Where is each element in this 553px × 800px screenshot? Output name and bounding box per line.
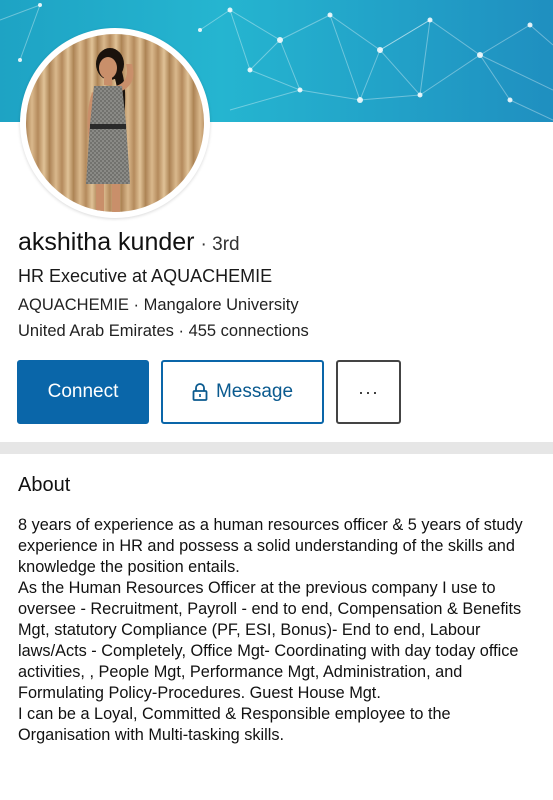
more-actions-button[interactable]: ··· bbox=[336, 360, 401, 424]
profile-location-connections: United Arab Emirates · 455 connections bbox=[18, 322, 309, 340]
ellipsis-icon: ··· bbox=[358, 381, 379, 402]
about-paragraph: 8 years of experience as a human resourc… bbox=[18, 516, 523, 576]
profile-name[interactable]: akshitha kunder bbox=[18, 228, 195, 257]
lock-icon bbox=[192, 383, 208, 401]
section-divider bbox=[0, 442, 553, 454]
message-button-label: Message bbox=[215, 381, 294, 402]
about-paragraph: As the Human Resources Officer at the pr… bbox=[18, 579, 522, 702]
profile-name-row: akshitha kunder · 3rd bbox=[18, 228, 240, 257]
connect-button-label: Connect bbox=[47, 381, 119, 402]
profile-headline: HR Executive at AQUACHEMIE bbox=[18, 266, 273, 286]
about-text: 8 years of experience as a human resourc… bbox=[18, 515, 543, 746]
message-button[interactable]: Message bbox=[161, 360, 324, 424]
profile-company-education[interactable]: AQUACHEMIE · Mangalore University bbox=[18, 296, 299, 315]
about-paragraph: I can be a Loyal, Committed & Responsibl… bbox=[18, 705, 451, 744]
connect-button[interactable]: Connect bbox=[17, 360, 149, 424]
profile-photo bbox=[86, 48, 134, 212]
avatar[interactable] bbox=[26, 34, 204, 212]
connection-degree: · 3rd bbox=[200, 234, 240, 255]
about-heading: About bbox=[18, 474, 71, 496]
avatar-frame[interactable] bbox=[20, 28, 210, 218]
